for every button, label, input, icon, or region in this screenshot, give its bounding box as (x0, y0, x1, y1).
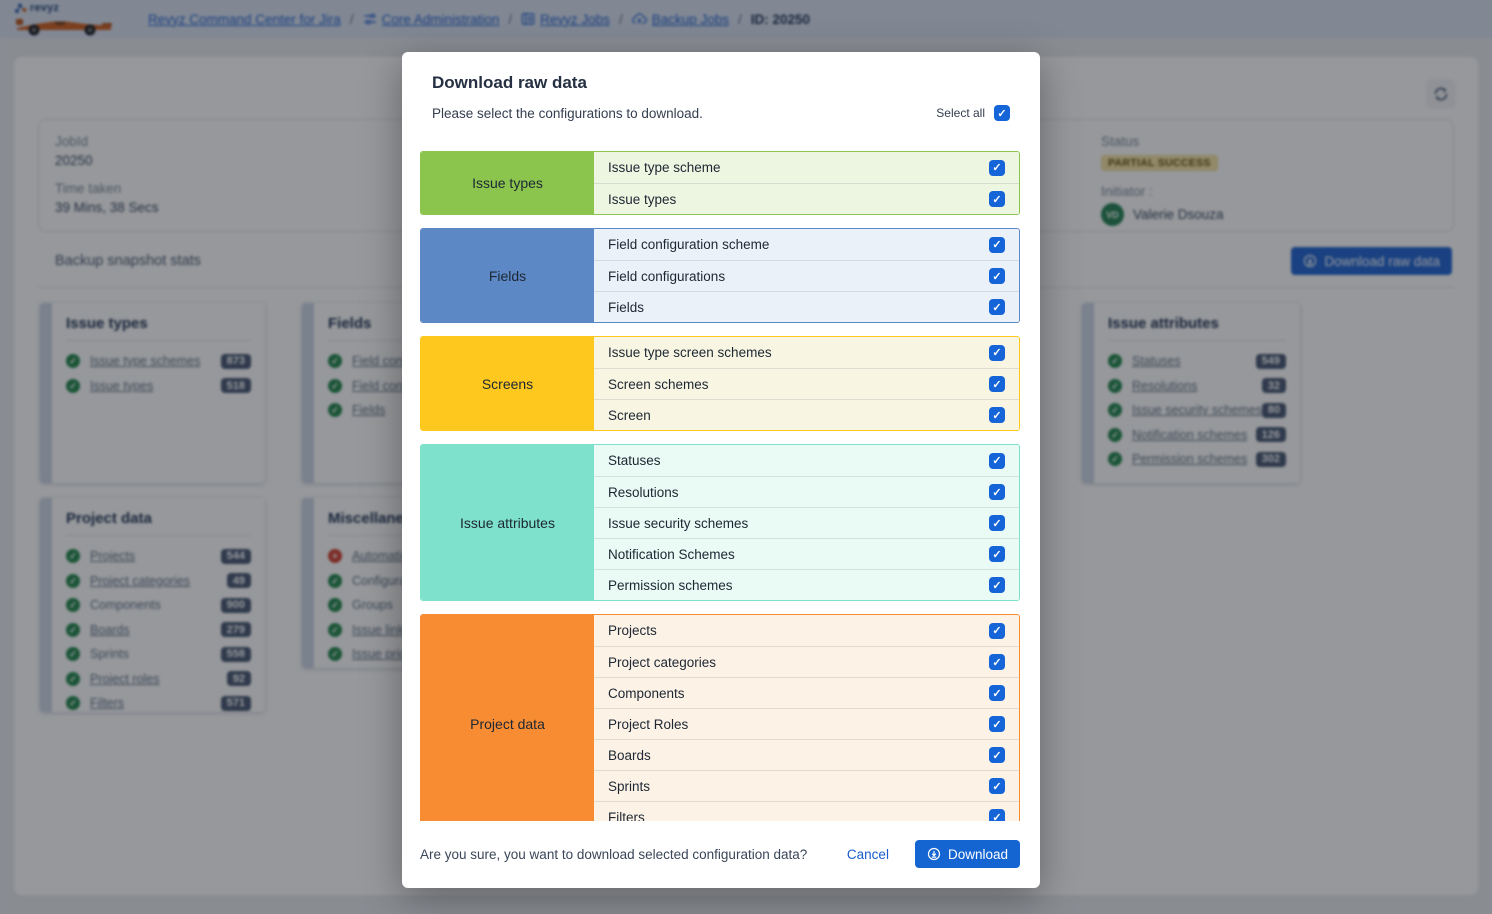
config-row: Project Roles ✓ (594, 708, 1019, 739)
config-row-label: Field configuration scheme (608, 237, 769, 252)
config-row: Resolutions ✓ (594, 476, 1019, 507)
config-row: Fields ✓ (594, 291, 1019, 322)
config-row-label: Filters (608, 810, 645, 822)
config-row-label: Project categories (608, 655, 716, 670)
config-row-checkbox[interactable]: ✓ (989, 716, 1005, 732)
config-row: Components ✓ (594, 677, 1019, 708)
config-group-fields: FieldsField configuration scheme✓Field c… (420, 228, 1020, 323)
config-row-label: Screen (608, 408, 651, 423)
config-row-label: Screen schemes (608, 377, 709, 392)
config-row-label: Issue type scheme (608, 160, 721, 175)
config-row: Statuses ✓ (594, 445, 1019, 476)
config-row-label: Field configurations (608, 269, 725, 284)
config-row: Project categories ✓ (594, 646, 1019, 677)
config-row-checkbox[interactable]: ✓ (989, 778, 1005, 794)
config-row-label: Issue type screen schemes (608, 345, 772, 360)
config-group-issue-attributes: Issue attributesStatuses✓Resolutions✓Iss… (420, 444, 1020, 601)
config-row: Filters ✓ (594, 801, 1019, 821)
config-row-checkbox[interactable]: ✓ (989, 685, 1005, 701)
config-row-checkbox[interactable]: ✓ (989, 160, 1005, 176)
config-row-checkbox[interactable]: ✓ (989, 268, 1005, 284)
config-row: Projects ✓ (594, 615, 1019, 646)
config-row-label: Issue security schemes (608, 516, 748, 531)
config-row-checkbox[interactable]: ✓ (989, 299, 1005, 315)
config-group-label: Issue attributes (421, 445, 594, 600)
download-button-label: Download (948, 847, 1008, 862)
config-group-label: Screens (421, 337, 594, 430)
config-row-checkbox[interactable]: ✓ (989, 376, 1005, 392)
config-group-label: Project data (421, 615, 594, 821)
config-row-label: Statuses (608, 453, 661, 468)
config-row-checkbox[interactable]: ✓ (989, 654, 1005, 670)
config-row-label: Issue types (608, 192, 676, 207)
modal-title: Download raw data (432, 73, 1010, 93)
config-row: Notification Schemes ✓ (594, 538, 1019, 569)
download-icon (927, 847, 941, 861)
config-row: Screen ✓ (594, 399, 1019, 430)
config-row: Issue types ✓ (594, 183, 1019, 214)
config-group-rows: Issue type scheme ✓ Issue types ✓ (594, 152, 1019, 214)
select-all-control: Select all ✓ (936, 105, 1010, 121)
config-row-checkbox[interactable]: ✓ (989, 515, 1005, 531)
config-row: Issue security schemes ✓ (594, 507, 1019, 538)
config-row-label: Permission schemes (608, 578, 733, 593)
cancel-button[interactable]: Cancel (847, 847, 889, 862)
download-raw-data-modal: Download raw data Please select the conf… (402, 52, 1040, 888)
config-row-checkbox[interactable]: ✓ (989, 809, 1005, 821)
config-row-checkbox[interactable]: ✓ (989, 237, 1005, 253)
config-row: Permission schemes ✓ (594, 569, 1019, 600)
config-row-checkbox[interactable]: ✓ (989, 546, 1005, 562)
configuration-groups: Issue typesIssue type scheme✓Issue types… (402, 151, 1040, 821)
config-row: Issue type scheme ✓ (594, 152, 1019, 183)
config-row: Issue type screen schemes ✓ (594, 337, 1019, 368)
config-row-checkbox[interactable]: ✓ (989, 623, 1005, 639)
confirm-question: Are you sure, you want to download selec… (420, 847, 847, 862)
config-group-project-data: Project data Projects ✓ Project categories ✓… (420, 614, 1020, 821)
config-row-label: Notification Schemes (608, 547, 735, 562)
config-row-label: Sprints (608, 779, 650, 794)
modal-footer: Are you sure, you want to download selec… (402, 826, 1040, 888)
config-group-issue-types: Issue typesIssue type scheme✓Issue types… (420, 151, 1020, 215)
config-group-screens: ScreensIssue type screen schemes✓Screen … (420, 336, 1020, 431)
config-row-label: Fields (608, 300, 644, 315)
config-row-checkbox[interactable]: ✓ (989, 577, 1005, 593)
config-row: Screen schemes ✓ (594, 368, 1019, 399)
config-row-checkbox[interactable]: ✓ (989, 453, 1005, 469)
config-group-rows: Projects✓Project categories✓Components✓P… (594, 615, 1019, 821)
config-group-rows: Statuses✓Resolutions✓Issue security sche… (594, 445, 1019, 600)
config-row: Field configuration scheme ✓ (594, 229, 1019, 260)
config-row-label: Components (608, 686, 685, 701)
config-row-label: Projects (608, 623, 657, 638)
config-group-rows: Field configuration scheme✓Field configu… (594, 229, 1019, 322)
config-row: Boards ✓ (594, 739, 1019, 770)
select-all-checkbox[interactable]: ✓ (994, 105, 1010, 121)
config-row-checkbox[interactable]: ✓ (989, 345, 1005, 361)
select-all-label: Select all (936, 106, 985, 120)
config-row-label: Resolutions (608, 485, 679, 500)
config-row-label: Project Roles (608, 717, 688, 732)
config-row-checkbox[interactable]: ✓ (989, 407, 1005, 423)
download-button[interactable]: Download (915, 840, 1020, 868)
config-row-checkbox[interactable]: ✓ (989, 484, 1005, 500)
config-row: Field configurations ✓ (594, 260, 1019, 291)
config-row-checkbox[interactable]: ✓ (989, 191, 1005, 207)
config-row-checkbox[interactable]: ✓ (989, 747, 1005, 763)
config-row-label: Boards (608, 748, 651, 763)
config-group-label: Issue types (421, 152, 594, 214)
config-group-rows: Issue type screen schemes✓Screen schemes… (594, 337, 1019, 430)
config-row: Sprints ✓ (594, 770, 1019, 801)
modal-subtitle: Please select the configurations to down… (432, 106, 703, 121)
config-group-label: Fields (421, 229, 594, 322)
